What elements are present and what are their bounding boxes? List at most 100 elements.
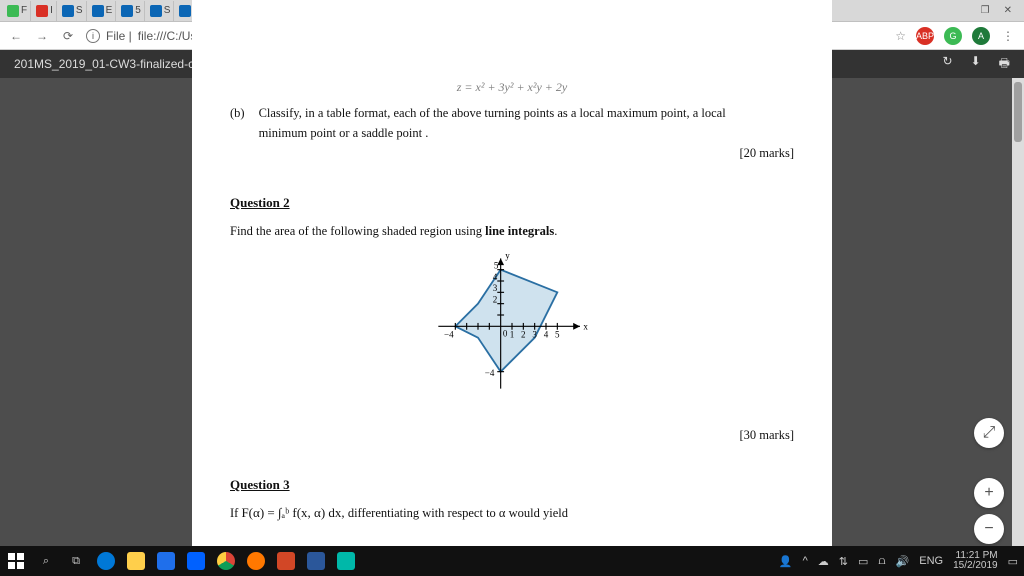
clock[interactable]: 11:21 PM 15/2/2019 [953,551,998,572]
file-explorer-icon[interactable] [126,551,146,571]
scrollbar-thumb[interactable] [1014,82,1022,142]
onedrive-icon[interactable]: ☁ [818,555,829,568]
chrome-icon[interactable] [216,551,236,571]
zoom-out-button[interactable]: − [974,514,1004,544]
wifi-icon[interactable]: ⩍ [878,555,885,568]
shaded-polygon [455,270,557,372]
tab-favicon [121,5,133,17]
zoom-in-button[interactable]: + [974,478,1004,508]
rotate-icon[interactable]: ↻ [943,54,953,75]
browser-tab[interactable]: S [59,1,87,21]
powerpoint-icon[interactable] [276,551,296,571]
tick-x3: 3 [532,330,537,340]
file-label: File | [106,29,132,43]
tab-favicon [179,5,191,17]
dropbox-icon[interactable] [186,551,206,571]
tab-title: S [164,5,171,16]
pdf-page: z = x² + 3y² + x²y + 2y (b) Classify, in… [192,78,832,546]
tab-favicon [36,5,48,17]
browser-tab[interactable]: 5 [118,1,145,21]
tab-title: F [21,5,27,16]
restore-window-icon[interactable]: ❐ [981,5,990,16]
tab-favicon [92,5,104,17]
forward-button[interactable]: → [34,29,50,43]
part-label: (b) [230,103,245,163]
fit-page-button[interactable]: ⤢ [974,418,1004,448]
start-button[interactable] [6,551,26,571]
tab-title: S [76,5,83,16]
tab-title: 5 [135,5,141,16]
site-info-icon[interactable]: i [86,29,100,43]
question-3-text: If F(α) = ∫ₐᵇ f(x, α) dx, differentiatin… [230,503,794,524]
browser-tab[interactable]: S [147,1,175,21]
question-1b: (b) Classify, in a table format, each of… [230,103,794,163]
shaded-polygon-plot: x y 5 4 3 2 0 1 2 3 4 5 −4 −4 [402,247,622,417]
tab-title: E [106,5,113,16]
app-icon[interactable] [336,551,356,571]
q3-equation: F(α) = ∫ₐᵇ f(x, α) dx, [241,505,344,520]
tray-up-icon[interactable]: ^ [803,555,808,567]
chrome-menu-icon[interactable]: ⋮ [1000,29,1016,43]
browser-tab[interactable]: E [89,1,117,21]
clock-date: 15/2/2019 [953,561,998,572]
q2-marks: [30 marks] [230,425,794,445]
question-2-text: Find the area of the following shaded re… [230,221,794,241]
pdf-viewer[interactable]: z = x² + 3y² + x²y + 2y (b) Classify, in… [0,78,1024,546]
tab-favicon [7,5,19,17]
taskview-icon[interactable]: ⧉ [66,551,86,571]
tick-xm4: −4 [444,330,454,340]
viewer-scrollbar[interactable] [1012,78,1024,546]
y-label: y [505,251,510,261]
bookmark-star-icon[interactable]: ☆ [895,29,906,43]
tab-favicon [150,5,162,17]
q2-bold: line integrals [485,224,554,238]
grammarly-extension-icon[interactable]: G [944,27,962,45]
q1b-line2: minimum point or a saddle point . [259,123,794,143]
q1b-line1: Classify, in a table format, each of the… [259,103,794,123]
avast-icon[interactable] [246,551,266,571]
volume-icon[interactable]: 🔊 [896,555,910,568]
tick-origin: 0 [503,329,508,339]
x-label: x [583,322,588,332]
close-window-icon[interactable]: ✕ [1004,5,1012,16]
language-indicator[interactable]: ENG [919,555,943,567]
sync-icon[interactable]: ⇅ [839,555,848,568]
window-controls: ❐ ✕ [973,5,1020,16]
tick-y4: 4 [493,272,498,282]
search-icon[interactable]: ⌕ [36,551,56,571]
extensions: ABP G A [916,27,990,45]
tick-ym4: −4 [485,368,495,378]
tick-x2: 2 [521,330,526,340]
edge-icon[interactable] [96,551,116,571]
figure-shaded-region: x y 5 4 3 2 0 1 2 3 4 5 −4 −4 [230,247,794,417]
q1b-marks: [20 marks] [259,143,794,163]
tab-title: I [50,5,53,16]
project-icon[interactable]: ▭ [858,555,868,568]
q2-tail: . [554,224,557,238]
tick-y5: 5 [494,261,499,271]
windows-taskbar: ⌕ ⧉ 👤 ^ ☁ ⇅ ▭ ⩍ 🔊 ENG 11:21 PM 15/2/2019… [0,546,1024,576]
tick-x5: 5 [555,330,560,340]
browser-tab[interactable]: I [33,1,57,21]
tick-x4: 4 [544,330,549,340]
question-2-heading: Question 2 [230,195,794,211]
system-tray: 👤 ^ ☁ ⇅ ▭ ⩍ 🔊 ENG 11:21 PM 15/2/2019 ▭ [779,551,1018,572]
people-icon[interactable]: 👤 [779,555,793,568]
download-icon[interactable]: ⬇ [971,54,981,75]
question-3-heading: Question 3 [230,477,794,493]
store-icon[interactable] [156,551,176,571]
browser-tab[interactable]: F [4,1,31,21]
tab-favicon [62,5,74,17]
q3-post: differentiating with respect to α would … [348,506,568,520]
q2-pretext: Find the area of the following shaded re… [230,224,485,238]
q3-pre: If [230,506,241,520]
reload-button[interactable]: ⟳ [60,29,76,43]
print-icon[interactable]: 🖶 [999,54,1010,75]
back-button[interactable]: ← [8,29,24,43]
pdf-toolbar: 201MS_2019_01-CW3-finalized-copy.pdf 3 /… [0,50,1024,78]
tick-x1: 1 [510,330,515,340]
word-icon[interactable] [306,551,326,571]
profile-avatar-icon[interactable]: A [972,27,990,45]
notifications-icon[interactable]: ▭ [1008,555,1018,568]
abp-extension-icon[interactable]: ABP [916,27,934,45]
